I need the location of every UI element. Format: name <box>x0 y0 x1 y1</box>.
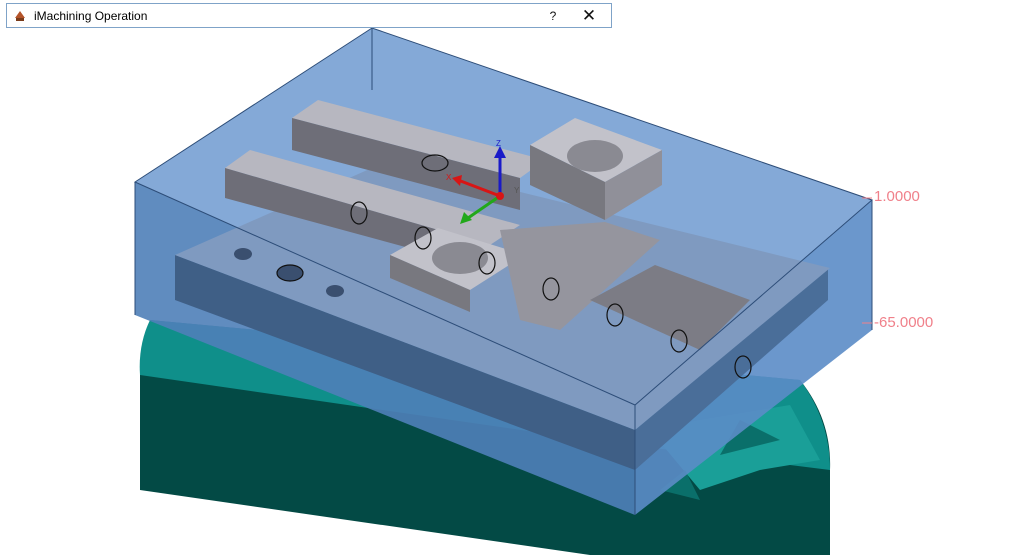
close-icon[interactable]: ✕ <box>571 4 607 27</box>
axis-label-z: Z <box>496 139 501 148</box>
axis-label-x: X <box>446 173 452 182</box>
top-dimension-label: 1.0000 <box>874 188 920 205</box>
help-icon[interactable]: ? <box>535 4 571 27</box>
app-icon <box>12 8 28 24</box>
3d-viewport[interactable]: Z X Y <box>0 0 1024 555</box>
dialog-title: iMachining Operation <box>34 8 148 23</box>
imachining-dialog-titlebar[interactable]: iMachining Operation ? ✕ <box>6 3 612 28</box>
axis-label-y: Y <box>514 186 520 195</box>
bottom-dimension-label: -65.0000 <box>874 314 934 331</box>
